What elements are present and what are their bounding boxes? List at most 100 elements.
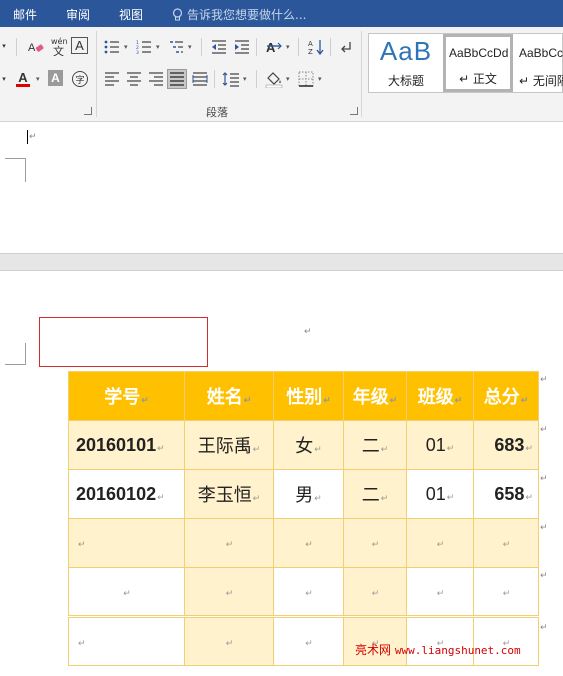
styles-gallery: AaB 大标题 AaBbCcDd ↵ 正文 AaBbCcDd ↵ 无间隔 [368,33,563,93]
align-left-button[interactable] [102,69,122,89]
table-cell[interactable]: 20160102↵ [68,469,185,519]
shading-dropdown[interactable]: ▾ [286,74,292,84]
paragraph-mark: ↵ [304,327,312,337]
table-cell[interactable]: ↵ [473,518,539,568]
borders-button[interactable] [296,69,316,89]
table-cell[interactable]: 二↵ [343,420,407,470]
numbering-button[interactable]: 123 [134,37,154,57]
distributed-button[interactable] [190,69,210,89]
header-cell-total[interactable]: 总分↵ [473,371,539,421]
table-row: ↵ ↵ ↵ ↵ ↵ ↵ [68,567,539,617]
header-cell-id[interactable]: 学号↵ [68,371,185,421]
line-spacing-dropdown[interactable]: ▾ [243,74,249,84]
table-cell[interactable]: 男↵ [273,469,344,519]
table-cell[interactable]: ↵ [273,615,344,666]
table-cell[interactable]: ↵ [406,518,474,568]
phonetic-guide-button[interactable]: wén 文 [49,36,69,56]
tell-me-search[interactable]: 告诉我您想要做什么... [172,6,306,23]
highlight-box [39,317,208,367]
bullets-button[interactable] [102,37,122,57]
table-cell[interactable]: ↵ [184,518,274,568]
tell-me-placeholder: 告诉我您想要做什么... [187,8,307,22]
style-heading-sample: AaB [379,36,433,66]
svg-text:Z: Z [308,48,313,55]
tab-review[interactable]: 审阅 [66,6,90,23]
multilevel-list-dropdown[interactable]: ▾ [188,42,194,52]
show-hide-marks-button[interactable] [337,37,357,57]
character-shading-button[interactable]: A [48,70,63,86]
chinese-layout-button[interactable]: A [264,37,284,57]
table-cell[interactable]: 二↵ [343,469,407,519]
character-border-button[interactable]: A [71,37,88,54]
sort-button[interactable]: AZ [306,37,326,57]
chinese-layout-dropdown[interactable]: ▾ [286,42,292,52]
table-cell[interactable]: ↵ [343,567,407,617]
table-cell[interactable]: ↵ [273,567,344,617]
multilevel-list-icon [170,41,183,53]
borders-dropdown[interactable]: ▾ [318,74,324,84]
table-cell[interactable]: ↵ [68,615,185,666]
student-score-table[interactable]: 学号↵ 姓名↵ 性别↵ 年级↵ 班级↵ 总分↵ 20160101↵ 王际禹↵ 女… [68,371,539,666]
paragraph-mark-icon [341,42,351,53]
decrease-indent-icon [212,40,226,54]
align-left-icon [105,72,119,86]
bullets-dropdown[interactable]: ▾ [124,42,130,52]
svg-text:A: A [308,40,313,48]
increase-indent-button[interactable] [232,37,252,57]
table-cell[interactable]: 01↵ [406,420,474,470]
table-cell[interactable]: 683↵ [473,420,539,470]
table-cell[interactable]: 王际禹↵ [184,420,274,470]
site-watermark: 亮术网 www.liangshunet.com [355,641,521,658]
paragraph-mark: ↵ [29,132,37,142]
font-color-glyph: A [18,70,28,85]
table-cell[interactable]: ↵ [184,615,274,666]
justify-icon [170,72,184,86]
font-color-dropdown[interactable]: ▾ [36,74,42,84]
multilevel-list-button[interactable] [166,37,186,57]
table-cell[interactable]: ↵ [473,567,539,617]
table-cell[interactable]: ↵ [406,567,474,617]
table-cell[interactable]: 20160101↵ [68,420,185,470]
style-no-spacing-sample: AaBbCcDd [519,46,563,60]
font-color-button[interactable]: A [13,69,33,89]
style-no-spacing[interactable]: AaBbCcDd ↵ 无间隔 [515,34,563,92]
table-cell[interactable]: ↵ [68,567,185,617]
style-heading-name: 大标题 [387,74,424,88]
numbering-dropdown[interactable]: ▾ [156,42,162,52]
enclose-characters-button[interactable]: 字 [70,69,90,89]
distributed-align-icon [192,72,208,86]
header-cell-class[interactable]: 班级↵ [406,371,474,421]
clear-format-button[interactable]: A [26,37,46,57]
table-cell[interactable]: 女↵ [273,420,344,470]
line-spacing-button[interactable] [221,69,241,89]
header-cell-grade[interactable]: 年级↵ [343,371,407,421]
font-dropdown-arrow-2[interactable]: ▾ [0,69,14,89]
table-cell[interactable]: ↵ [184,567,274,617]
table-cell[interactable]: ↵ [343,518,407,568]
table-cell[interactable]: ↵ [273,518,344,568]
style-no-spacing-name: ↵ 无间隔 [519,74,563,88]
tab-mailings[interactable]: 邮件 [13,6,37,23]
lightbulb-icon [172,8,183,21]
align-right-icon [149,72,163,86]
font-dialog-launcher[interactable] [84,107,92,115]
table-cell[interactable]: 658↵ [473,469,539,519]
line-spacing-icon [222,72,239,87]
watermark-url: www.liangshunet.com [394,644,521,657]
align-right-button[interactable] [146,69,166,89]
table-cell[interactable]: 01↵ [406,469,474,519]
tab-view[interactable]: 视图 [119,6,143,23]
font-dropdown-arrow[interactable]: ▾ [0,36,14,56]
table-cell[interactable]: 李玉恒↵ [184,469,274,519]
table-cell[interactable]: ↵ [68,518,185,568]
style-heading[interactable]: AaB 大标题 [369,34,443,92]
style-normal[interactable]: AaBbCcDd ↵ 正文 [443,34,513,92]
font-color-bar [16,84,30,87]
decrease-indent-button[interactable] [209,37,229,57]
header-cell-gender[interactable]: 性别↵ [273,371,344,421]
header-cell-name[interactable]: 姓名↵ [184,371,274,421]
shading-button[interactable] [264,69,284,89]
paragraph-dialog-launcher[interactable] [350,107,358,115]
justify-button[interactable] [167,69,187,89]
align-center-button[interactable] [124,69,144,89]
